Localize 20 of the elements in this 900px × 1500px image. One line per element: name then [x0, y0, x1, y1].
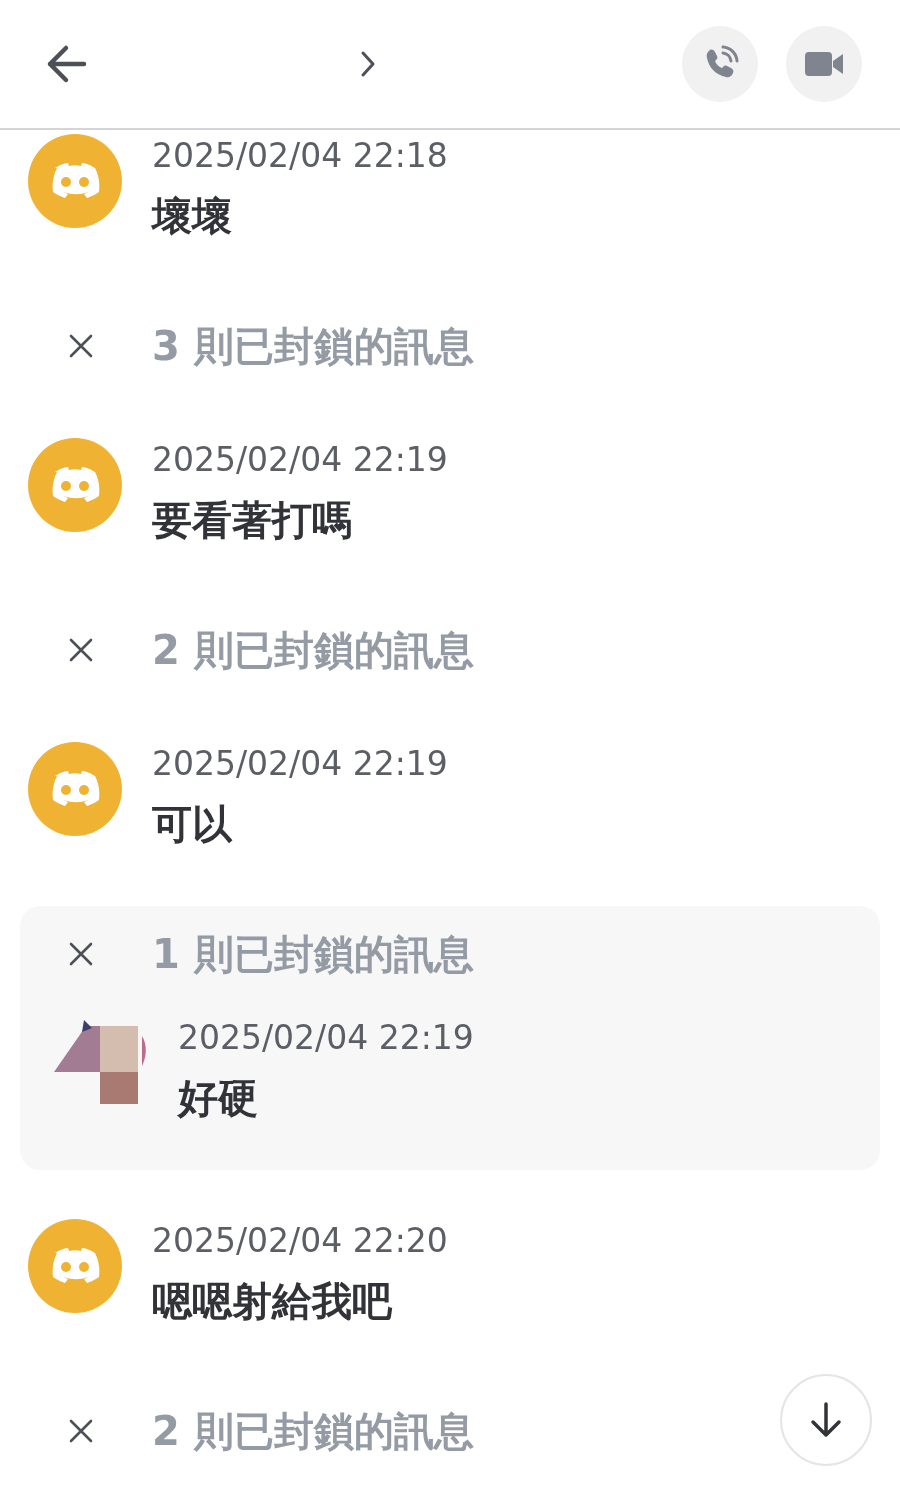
- message-text: 要看著打嗎: [152, 496, 353, 545]
- message-text: 嗯嗯射給我吧: [152, 1277, 393, 1326]
- message-timestamp: 2025/02/04 22:18: [152, 135, 448, 177]
- close-icon[interactable]: [68, 637, 94, 663]
- close-icon[interactable]: [68, 1418, 94, 1444]
- message-timestamp: 2025/02/04 22:20: [152, 1220, 448, 1262]
- close-icon[interactable]: [68, 333, 94, 359]
- message-text: 壞壞: [152, 192, 233, 241]
- blocked-messages-toggle[interactable]: 3 則已封鎖的訊息: [152, 318, 474, 374]
- video-camera-icon: [804, 49, 844, 79]
- message-text: 可以: [152, 800, 234, 849]
- close-icon[interactable]: [68, 941, 94, 967]
- message-timestamp: 2025/02/04 22:19: [152, 439, 448, 481]
- blocked-messages-toggle[interactable]: 1 則已封鎖的訊息: [152, 926, 474, 982]
- chevron-right-icon[interactable]: [360, 50, 376, 78]
- message-timestamp: 2025/02/04 22:19: [152, 743, 448, 785]
- message-timestamp: 2025/02/04 22:19: [178, 1017, 474, 1059]
- message-text: 好硬: [178, 1074, 259, 1123]
- blocked-messages-toggle[interactable]: 2 則已封鎖的訊息: [152, 622, 474, 678]
- blocked-messages-toggle[interactable]: 2 則已封鎖的訊息: [152, 1403, 474, 1459]
